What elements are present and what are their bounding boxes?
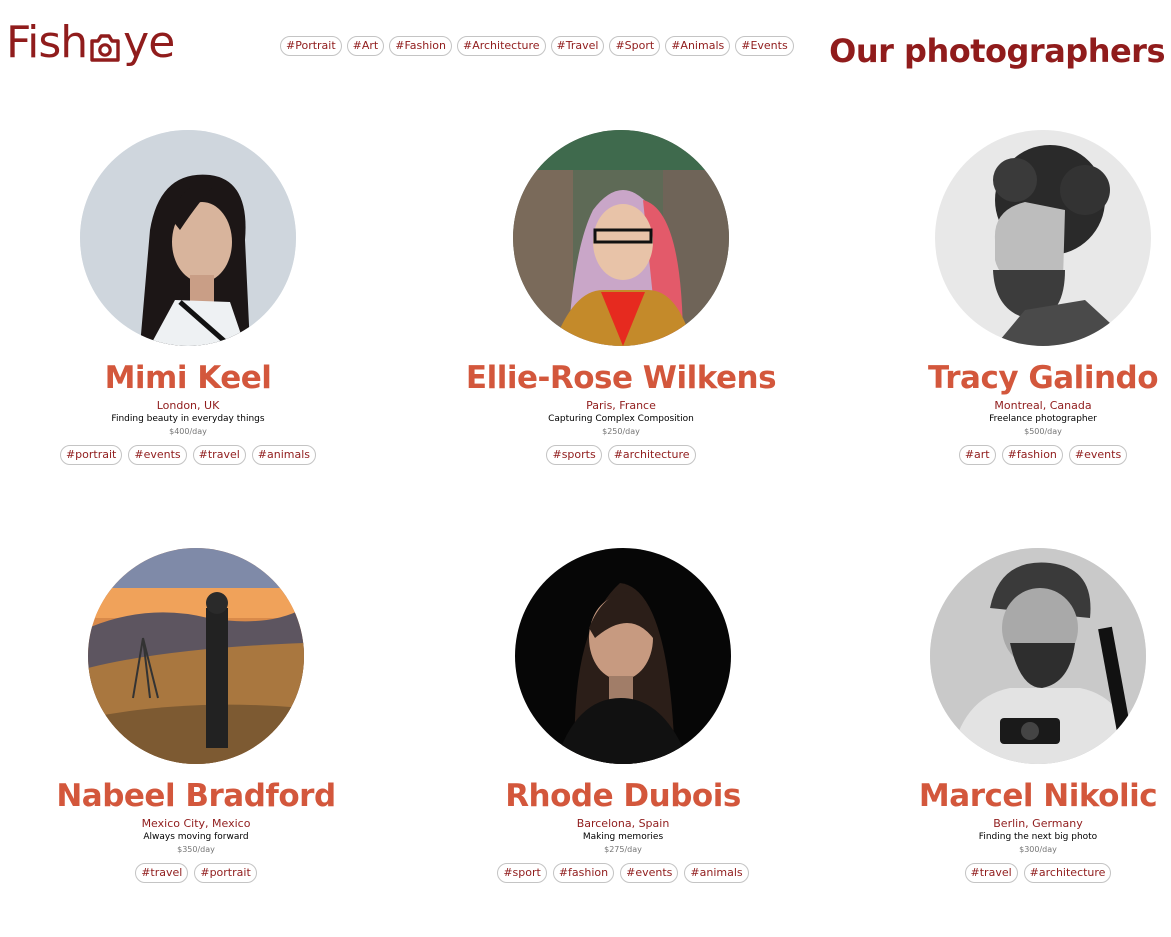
- photographer-tags: #portrait #events #travel #animals: [59, 445, 317, 465]
- photographer-card: Ellie-Rose Wilkens Paris, France Capturi…: [456, 130, 786, 465]
- filter-tag-animals[interactable]: #Animals: [665, 36, 731, 56]
- photographer-portrait[interactable]: [515, 548, 731, 764]
- card-tag[interactable]: #architecture: [607, 445, 696, 465]
- photographer-tags: #sports #architecture: [546, 445, 696, 465]
- card-tag[interactable]: #travel: [192, 445, 246, 465]
- photographer-tags: #travel #architecture: [964, 863, 1112, 883]
- tag-filter-nav: #Portrait #Art #Fashion #Architecture #T…: [280, 36, 794, 56]
- photographer-name[interactable]: Tracy Galindo: [928, 360, 1159, 396]
- filter-tag-art[interactable]: #Art: [346, 36, 385, 56]
- logo-text-suffix: ye: [123, 16, 175, 68]
- photographer-name[interactable]: Ellie-Rose Wilkens: [466, 360, 777, 396]
- photographer-location: Mexico City, Mexico: [141, 817, 251, 830]
- logo-text-prefix: Fish: [6, 16, 88, 68]
- card-tag[interactable]: #events: [620, 863, 679, 883]
- photographer-name[interactable]: Rhode Dubois: [505, 778, 741, 814]
- card-tag[interactable]: #portrait: [194, 863, 257, 883]
- card-tag[interactable]: #animals: [251, 445, 317, 465]
- camera-icon: [88, 25, 122, 62]
- photographer-portrait[interactable]: [80, 130, 296, 346]
- photographer-location: London, UK: [156, 399, 220, 412]
- page-title: Our photographers: [829, 32, 1165, 70]
- photographer-tags: #travel #portrait: [135, 863, 257, 883]
- photographer-location: Montreal, Canada: [994, 399, 1092, 412]
- fisheye-logo[interactable]: Fish ye: [6, 12, 175, 72]
- photographer-location: Berlin, Germany: [993, 817, 1083, 830]
- photographer-name[interactable]: Marcel Nikolic: [919, 778, 1158, 814]
- photographer-price: $350/day: [177, 845, 215, 854]
- filter-tag-architecture[interactable]: #Architecture: [456, 36, 546, 56]
- photographer-tags: #art #fashion #events: [958, 445, 1128, 465]
- photographer-tagline: Always moving forward: [143, 832, 249, 842]
- card-tag[interactable]: #sports: [546, 445, 602, 465]
- photographer-tagline: Finding the next big photo: [978, 832, 1098, 842]
- filter-tag-events[interactable]: #Events: [735, 36, 794, 56]
- photographer-tagline: Finding beauty in everyday things: [111, 414, 265, 424]
- card-tag[interactable]: #fashion: [552, 863, 615, 883]
- filter-tag-sport[interactable]: #Sport: [609, 36, 661, 56]
- photographer-price: $275/day: [604, 845, 642, 854]
- card-tag[interactable]: #events: [128, 445, 187, 465]
- photographer-portrait[interactable]: [513, 130, 729, 346]
- photographer-name[interactable]: Mimi Keel: [105, 360, 272, 396]
- photographer-location: Paris, France: [586, 399, 656, 412]
- card-tag[interactable]: #sport: [497, 863, 547, 883]
- photographer-tagline: Capturing Complex Composition: [548, 414, 694, 424]
- card-tag[interactable]: #portrait: [59, 445, 123, 465]
- photographer-tags: #sport #fashion #events #animals: [497, 863, 749, 883]
- photographer-card: Rhode Dubois Barcelona, Spain Making mem…: [458, 548, 788, 883]
- photographer-tagline: Making memories: [582, 832, 664, 842]
- card-tag[interactable]: #art: [958, 445, 996, 465]
- photographer-name[interactable]: Nabeel Bradford: [56, 778, 336, 814]
- photographer-price: $400/day: [169, 427, 207, 436]
- card-tag[interactable]: #fashion: [1001, 445, 1063, 465]
- photographer-portrait[interactable]: [930, 548, 1146, 764]
- card-tag[interactable]: #travel: [135, 863, 189, 883]
- photographer-portrait[interactable]: [935, 130, 1151, 346]
- card-tag[interactable]: #architecture: [1023, 863, 1112, 883]
- card-tag[interactable]: #travel: [964, 863, 1018, 883]
- filter-tag-fashion[interactable]: #Fashion: [389, 36, 452, 56]
- card-tag[interactable]: #animals: [684, 863, 749, 883]
- photographer-location: Barcelona, Spain: [576, 817, 670, 830]
- photographer-card: Tracy Galindo Montreal, Canada Freelance…: [878, 130, 1171, 465]
- filter-tag-travel[interactable]: #Travel: [550, 36, 605, 56]
- photographer-card: Nabeel Bradford Mexico City, Mexico Alwa…: [31, 548, 361, 883]
- photographer-price: $300/day: [1019, 845, 1057, 854]
- photographer-portrait[interactable]: [88, 548, 304, 764]
- photographer-price: $500/day: [1024, 427, 1062, 436]
- site-header: Fish ye #Portrait #Art #Fashion #Archite…: [0, 0, 1171, 90]
- photographer-card: Mimi Keel London, UK Finding beauty in e…: [23, 130, 353, 465]
- photographer-card: Marcel Nikolic Berlin, Germany Finding t…: [873, 548, 1171, 883]
- filter-tag-portrait[interactable]: #Portrait: [280, 36, 342, 56]
- photographer-tagline: Freelance photographer: [989, 414, 1097, 424]
- card-tag[interactable]: #events: [1068, 445, 1128, 465]
- photographer-price: $250/day: [602, 427, 640, 436]
